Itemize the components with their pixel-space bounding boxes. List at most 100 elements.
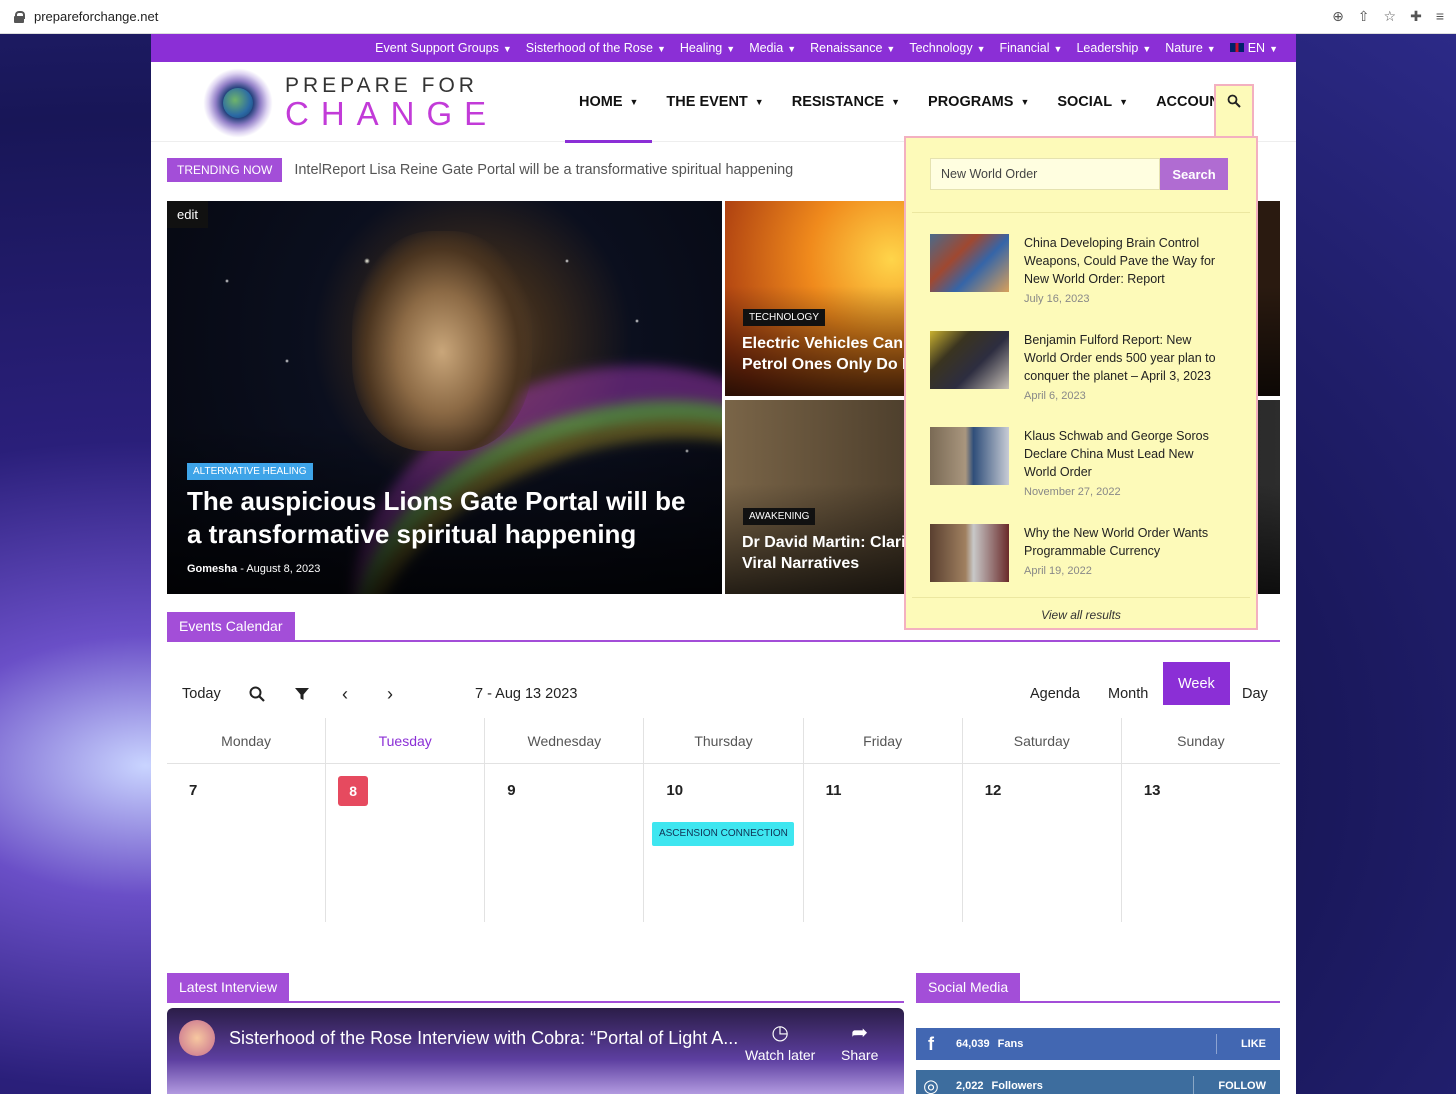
hero-article[interactable]: edit ALTERNATIVE HEALING The auspicious … xyxy=(167,201,722,594)
browser-url-bar[interactable]: prepareforchange.net ⊕ ⇧ ☆ ✚ ≡ xyxy=(0,0,1456,34)
tile-category-badge[interactable]: TECHNOLOGY xyxy=(743,309,826,326)
view-all-results-link[interactable]: View all results xyxy=(912,608,1250,622)
instagram-row[interactable]: ◎ 2,022 Followers FOLLOW xyxy=(916,1070,1280,1094)
extensions-icon[interactable]: ✚ xyxy=(1410,8,1422,25)
instagram-icon: ◎ xyxy=(923,1075,939,1094)
calendar-event[interactable]: ASCENSION CONNECTION xyxy=(652,822,795,846)
day-header-thursday: Thursday xyxy=(643,718,802,763)
social-section-title: Social Media xyxy=(916,973,1021,1001)
day-cell[interactable]: 10 ASCENSION CONNECTION xyxy=(643,764,802,922)
nav-the-event[interactable]: THE EVENT ▼ xyxy=(652,62,777,142)
today-button[interactable]: Today xyxy=(182,674,221,714)
share-button[interactable]: ➦ Share xyxy=(841,1020,878,1063)
chevron-down-icon: ▼ xyxy=(502,44,512,54)
result-title[interactable]: Benjamin Fulford Report: New World Order… xyxy=(1024,331,1224,385)
result-title[interactable]: Klaus Schwab and George Soros Declare Ch… xyxy=(1024,427,1224,481)
facebook-icon: f xyxy=(928,1033,934,1054)
chevron-left-icon: ‹ xyxy=(342,683,348,704)
day-number: 13 xyxy=(1143,782,1161,799)
month-view-button[interactable]: Month xyxy=(1108,674,1148,714)
site: Event Support Groups ▼ Sisterhood of the … xyxy=(151,34,1296,1094)
share-icon[interactable]: ⇧ xyxy=(1358,8,1370,25)
topnav-event-support-groups[interactable]: Event Support Groups ▼ xyxy=(375,41,512,55)
topnav-nature[interactable]: Nature ▼ xyxy=(1165,41,1215,55)
watch-later-button[interactable]: ◷ Watch later xyxy=(745,1020,815,1063)
result-thumbnail[interactable] xyxy=(930,427,1009,485)
topnav-healing[interactable]: Healing ▼ xyxy=(680,41,735,55)
site-logo[interactable]: PREPARE FOR CHANGE xyxy=(197,66,498,138)
nav-programs[interactable]: PROGRAMS ▼ xyxy=(914,62,1043,142)
video-player[interactable]: Sisterhood of the Rose Interview with Co… xyxy=(167,1008,904,1094)
result-date: July 16, 2023 xyxy=(1024,293,1090,305)
instagram-count: 2,022 xyxy=(956,1080,984,1092)
nav-resistance[interactable]: RESISTANCE ▼ xyxy=(778,62,914,142)
result-title[interactable]: Why the New World Order Wants Programmab… xyxy=(1024,524,1224,560)
prev-week-button[interactable]: ‹ xyxy=(342,674,348,714)
topnav-renaissance[interactable]: Renaissance ▼ xyxy=(810,41,895,55)
lock-icon xyxy=(14,10,25,23)
facebook-like-button[interactable]: LIKE xyxy=(1215,1034,1280,1054)
topnav-sisterhood[interactable]: Sisterhood of the Rose ▼ xyxy=(526,41,666,55)
chevron-down-icon: ▼ xyxy=(754,97,764,107)
topnav-financial[interactable]: Financial ▼ xyxy=(1000,41,1063,55)
channel-avatar[interactable] xyxy=(179,1020,215,1056)
calendar-grid: Monday Tuesday Wednesday Thursday Friday… xyxy=(167,718,1280,922)
search-submit-button[interactable]: Search xyxy=(1160,158,1228,190)
day-cell[interactable]: 11 xyxy=(802,764,962,922)
events-section-title: Events Calendar xyxy=(167,612,295,640)
topnav-leadership[interactable]: Leadership ▼ xyxy=(1076,41,1151,55)
url-text[interactable]: prepareforchange.net xyxy=(34,9,158,24)
calendar-filter-button[interactable] xyxy=(295,674,309,714)
header-search-button[interactable] xyxy=(1214,84,1254,136)
nav-home[interactable]: HOME ▼ xyxy=(565,62,653,143)
day-cell[interactable]: 8 xyxy=(325,764,484,922)
interview-section-title: Latest Interview xyxy=(167,973,290,1001)
search-result[interactable]: China Developing Brain Control Weapons, … xyxy=(930,234,1230,314)
day-cell[interactable]: 7 xyxy=(167,764,325,922)
result-thumbnail[interactable] xyxy=(930,524,1009,582)
calendar-header: Monday Tuesday Wednesday Thursday Friday… xyxy=(167,718,1280,764)
topnav-technology[interactable]: Technology ▼ xyxy=(909,41,985,55)
clock-icon: ◷ xyxy=(771,1022,789,1044)
calendar-body: 7 8 9 10 ASCENSION CONNECTION 11 12 13 xyxy=(167,764,1280,922)
result-title[interactable]: China Developing Brain Control Weapons, … xyxy=(1024,234,1224,288)
result-thumbnail[interactable] xyxy=(930,331,1009,389)
topnav-media[interactable]: Media ▼ xyxy=(749,41,796,55)
date-range: 7 - Aug 13 2023 xyxy=(475,686,578,702)
search-result[interactable]: Benjamin Fulford Report: New World Order… xyxy=(930,331,1230,411)
hero-author[interactable]: Gomesha xyxy=(187,563,237,575)
day-header-monday: Monday xyxy=(221,733,271,749)
instagram-follow-button[interactable]: FOLLOW xyxy=(1193,1076,1280,1094)
day-cell[interactable]: 13 xyxy=(1120,764,1280,922)
trending-text[interactable]: IntelReport Lisa Reine Gate Portal will … xyxy=(294,162,793,178)
search-result[interactable]: Klaus Schwab and George Soros Declare Ch… xyxy=(930,427,1230,507)
topnav-language[interactable]: EN ▼ xyxy=(1229,41,1278,55)
day-cell[interactable]: 12 xyxy=(961,764,1121,922)
nav-social[interactable]: SOCIAL ▼ xyxy=(1043,62,1142,142)
zoom-icon[interactable]: ⊕ xyxy=(1332,8,1344,25)
result-date: November 27, 2022 xyxy=(1024,486,1121,498)
hero-title[interactable]: The auspicious Lions Gate Portal will be… xyxy=(187,485,707,551)
week-view-button[interactable]: Week xyxy=(1163,662,1230,705)
playlist-icon[interactable]: ≡ xyxy=(1436,8,1444,25)
site-header: PREPARE FOR CHANGE HOME ▼ THE EVENT ▼ RESI… xyxy=(151,62,1296,143)
chevron-down-icon: ▼ xyxy=(1142,44,1152,54)
share-arrow-icon: ➦ xyxy=(851,1022,869,1044)
agenda-view-button[interactable]: Agenda xyxy=(1030,674,1080,714)
tile-category-badge[interactable]: AWAKENING xyxy=(743,508,816,525)
facebook-row[interactable]: f 64,039 Fans LIKE xyxy=(916,1028,1280,1060)
hero-category-badge[interactable]: ALTERNATIVE HEALING xyxy=(187,463,313,480)
day-cell[interactable]: 9 xyxy=(484,764,643,922)
trending-bar: TRENDING NOW IntelReport Lisa Reine Gate… xyxy=(167,158,793,182)
search-result[interactable]: Why the New World Order Wants Programmab… xyxy=(930,524,1230,604)
star-icon[interactable]: ☆ xyxy=(1384,8,1397,25)
facebook-count: 64,039 xyxy=(956,1038,990,1050)
day-number: 12 xyxy=(984,782,1002,799)
next-week-button[interactable]: › xyxy=(387,674,393,714)
day-view-button[interactable]: Day xyxy=(1242,674,1268,714)
edit-link[interactable]: edit xyxy=(167,201,208,228)
video-title[interactable]: Sisterhood of the Rose Interview with Co… xyxy=(229,1028,738,1049)
result-thumbnail[interactable] xyxy=(930,234,1009,292)
calendar-search-button[interactable] xyxy=(249,674,265,714)
search-input[interactable] xyxy=(930,158,1160,190)
